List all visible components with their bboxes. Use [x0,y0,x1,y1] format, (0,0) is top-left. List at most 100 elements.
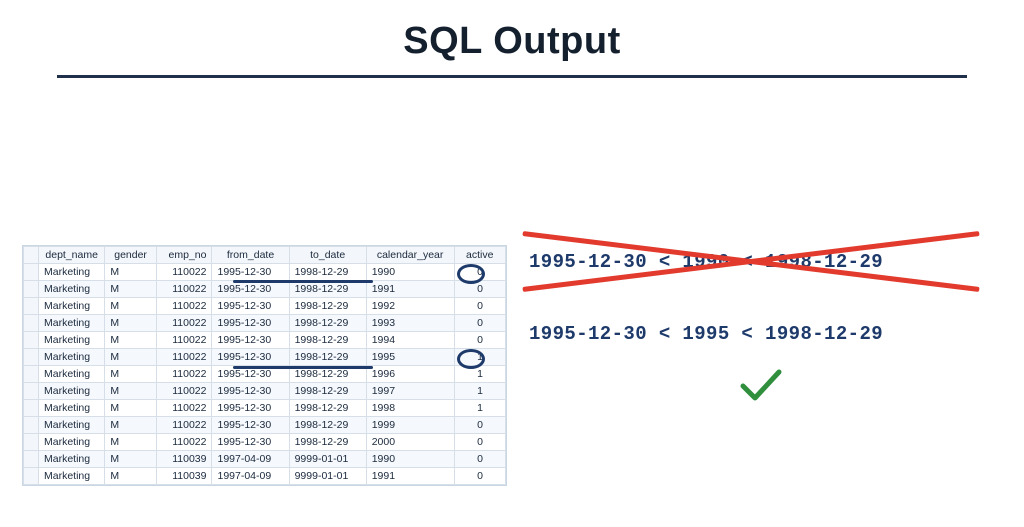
table-cell: 1993 [366,315,454,332]
table-cell: 1998-12-29 [289,383,366,400]
table-cell: 0 [454,451,505,468]
table-cell: 1998 [366,400,454,417]
table-cell: 1997 [366,383,454,400]
content-area: dept_name gender emp_no from_date to_dat… [22,245,989,486]
table-cell: Marketing [38,366,104,383]
table-cell: 1998-12-29 [289,264,366,281]
table-cell: 1 [454,400,505,417]
expression-false: 1995-12-30 < 1990 < 1998-12-29 [529,251,989,273]
table-cell: 110022 [156,281,212,298]
table-row: MarketingM1100221995-12-301998-12-291991… [24,281,506,298]
table-cell: M [105,298,156,315]
table-cell [24,332,39,349]
result-table-wrap: dept_name gender emp_no from_date to_dat… [22,245,507,486]
table-cell: 1995-12-30 [212,298,289,315]
table-row: MarketingM1100221995-12-301998-12-291990… [24,264,506,281]
col-calendar-year: calendar_year [366,247,454,264]
table-cell [24,281,39,298]
table-cell [24,298,39,315]
table-cell: 1997-04-09 [212,451,289,468]
table-cell: Marketing [38,349,104,366]
table-cell: 1991 [366,468,454,485]
table-row: MarketingM1100221995-12-301998-12-291996… [24,366,506,383]
table-cell: M [105,332,156,349]
table-cell: 110022 [156,383,212,400]
table-cell [24,434,39,451]
table-cell: Marketing [38,468,104,485]
table-cell: M [105,349,156,366]
slide-title: SQL Output [0,20,1024,63]
table-cell: 0 [454,281,505,298]
table-cell: 1995-12-30 [212,264,289,281]
table-cell: Marketing [38,298,104,315]
table-row: MarketingM1100221995-12-301998-12-291993… [24,315,506,332]
table-cell: 1995-12-30 [212,281,289,298]
table-cell: 1 [454,383,505,400]
col-from-date: from_date [212,247,289,264]
table-cell: Marketing [38,451,104,468]
table-header-row: dept_name gender emp_no from_date to_dat… [24,247,506,264]
table-cell: Marketing [38,264,104,281]
table-cell [24,383,39,400]
table-cell: 1 [454,366,505,383]
table-cell: 0 [454,468,505,485]
table-cell: 0 [454,332,505,349]
table-cell: 110022 [156,366,212,383]
table-cell: Marketing [38,417,104,434]
table-cell: 1998-12-29 [289,349,366,366]
table-cell: 0 [454,264,505,281]
table-row: MarketingM1100221995-12-301998-12-292000… [24,434,506,451]
table-row: MarketingM1100221995-12-301998-12-291994… [24,332,506,349]
table-cell: M [105,434,156,451]
table-cell: 110022 [156,298,212,315]
table-cell: 110022 [156,264,212,281]
table-cell: 1998-12-29 [289,332,366,349]
table-cell: 1998-12-29 [289,434,366,451]
table-cell: 1995-12-30 [212,383,289,400]
table-row: MarketingM1100221995-12-301998-12-291995… [24,349,506,366]
table-cell: 110039 [156,468,212,485]
table-cell: 1998-12-29 [289,298,366,315]
table-cell: M [105,366,156,383]
table-cell: 110022 [156,400,212,417]
table-cell: Marketing [38,383,104,400]
table-cell: 1998-12-29 [289,417,366,434]
title-underline [57,75,967,78]
table-cell: M [105,315,156,332]
table-cell: 1995 [366,349,454,366]
table-cell: 1995-12-30 [212,315,289,332]
check-icon [739,368,783,404]
table-cell: 110022 [156,417,212,434]
table-row: MarketingM1100391997-04-099999-01-011991… [24,468,506,485]
table-cell: M [105,468,156,485]
table-cell [24,451,39,468]
table-cell [24,315,39,332]
table-cell: Marketing [38,315,104,332]
table-cell: 1994 [366,332,454,349]
table-cell: 1992 [366,298,454,315]
table-cell: 0 [454,434,505,451]
table-cell: 9999-01-01 [289,468,366,485]
table-cell: M [105,383,156,400]
table-cell [24,366,39,383]
table-cell: 0 [454,298,505,315]
table-cell [24,349,39,366]
col-dept-name: dept_name [38,247,104,264]
table-cell: M [105,400,156,417]
table-cell: M [105,451,156,468]
table-cell: 1995-12-30 [212,417,289,434]
table-cell: M [105,281,156,298]
table-cell [24,400,39,417]
col-gender: gender [105,247,156,264]
table-cell: 110022 [156,315,212,332]
col-to-date: to_date [289,247,366,264]
table-cell: 1 [454,349,505,366]
table-cell: 110022 [156,434,212,451]
table-row: MarketingM1100221995-12-301998-12-291997… [24,383,506,400]
table-cell: 1995-12-30 [212,332,289,349]
table-row: MarketingM1100221995-12-301998-12-291992… [24,298,506,315]
expression-panel: 1995-12-30 < 1990 < 1998-12-29 1995-12-3… [529,245,989,486]
result-table: dept_name gender emp_no from_date to_dat… [23,246,506,485]
table-cell: 1998-12-29 [289,366,366,383]
table-cell: M [105,264,156,281]
